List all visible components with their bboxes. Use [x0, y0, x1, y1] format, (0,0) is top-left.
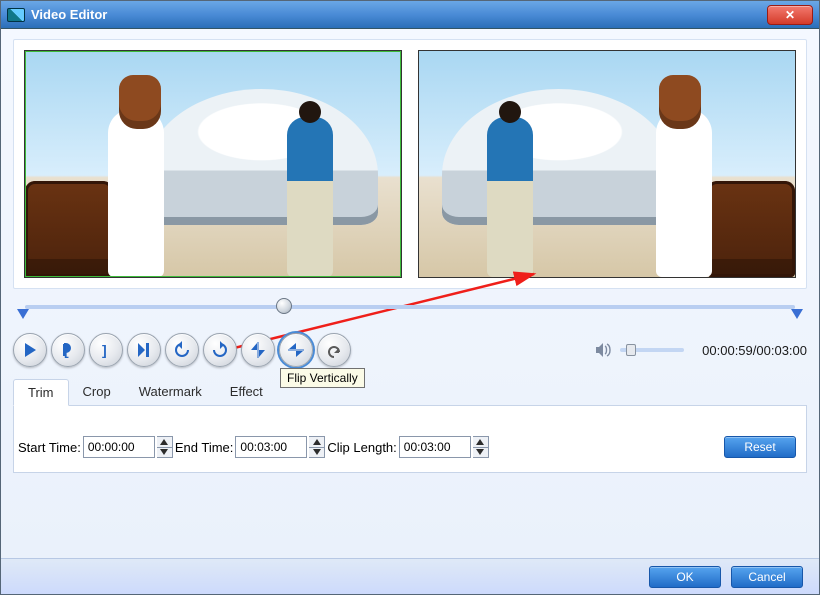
- rotate-ccw-icon: [173, 341, 191, 359]
- step-button[interactable]: [127, 333, 161, 367]
- chevron-down-icon[interactable]: [309, 447, 324, 458]
- flip-vertical-button[interactable]: Flip Vertically: [279, 333, 313, 367]
- ok-button[interactable]: OK: [649, 566, 721, 588]
- preview-original[interactable]: [24, 50, 402, 278]
- tab-label: Trim: [28, 385, 54, 400]
- footer: OK Cancel: [1, 558, 819, 594]
- tab-watermark[interactable]: Watermark: [125, 379, 216, 405]
- end-time-label: End Time:: [175, 440, 234, 455]
- volume-thumb[interactable]: [626, 344, 636, 356]
- step-icon: [135, 341, 153, 359]
- window-title: Video Editor: [31, 7, 107, 22]
- time-position: 00:00:59: [702, 343, 753, 358]
- tab-effect[interactable]: Effect: [216, 379, 277, 405]
- mark-out-handle[interactable]: [791, 309, 803, 319]
- mark-in-handle[interactable]: [17, 309, 29, 319]
- titlebar[interactable]: Video Editor ✕: [1, 1, 819, 29]
- button-label: OK: [676, 570, 693, 584]
- controls-row: [ ]: [13, 331, 807, 369]
- clip-length-label: Clip Length:: [327, 440, 396, 455]
- mark-in-button[interactable]: [: [51, 333, 85, 367]
- tab-crop[interactable]: Crop: [69, 379, 125, 405]
- button-label: Reset: [744, 440, 775, 454]
- mark-out-icon: ]: [97, 341, 115, 359]
- start-time-label: Start Time:: [18, 440, 81, 455]
- button-label: Cancel: [748, 570, 785, 584]
- chevron-down-icon[interactable]: [473, 447, 488, 458]
- close-icon: ✕: [785, 9, 795, 21]
- app-icon: [7, 8, 25, 22]
- clip-length-input[interactable]: [399, 436, 471, 458]
- mark-out-button[interactable]: ]: [89, 333, 123, 367]
- timeline[interactable]: [15, 295, 805, 319]
- rotate-cw-icon: [211, 341, 229, 359]
- end-time-stepper[interactable]: [309, 436, 325, 458]
- time-duration: 00:03:00: [756, 343, 807, 358]
- reset-button[interactable]: Reset: [724, 436, 796, 458]
- chevron-down-icon[interactable]: [157, 447, 172, 458]
- rotate-ccw-button[interactable]: [165, 333, 199, 367]
- rotate-cw-button[interactable]: [203, 333, 237, 367]
- flip-horizontal-icon: [249, 341, 267, 359]
- chevron-up-icon[interactable]: [473, 437, 488, 447]
- undo-button[interactable]: [317, 333, 351, 367]
- cancel-button[interactable]: Cancel: [731, 566, 803, 588]
- undo-icon: [325, 341, 343, 359]
- svg-text:[: [: [64, 342, 69, 358]
- chevron-up-icon[interactable]: [157, 437, 172, 447]
- speaker-icon[interactable]: [594, 341, 612, 359]
- svg-text:]: ]: [102, 342, 107, 358]
- tab-trim[interactable]: Trim: [13, 379, 69, 406]
- window-frame: Video Editor ✕: [0, 0, 820, 595]
- tab-label: Effect: [230, 384, 263, 399]
- tab-bar: Trim Crop Watermark Effect: [13, 379, 807, 406]
- play-button[interactable]: [13, 333, 47, 367]
- flip-vertical-icon: [287, 341, 305, 359]
- end-time-input[interactable]: [235, 436, 307, 458]
- tooltip-flip-vertical: Flip Vertically: [280, 368, 365, 388]
- tab-label: Crop: [83, 384, 111, 399]
- chevron-up-icon[interactable]: [309, 437, 324, 447]
- mark-in-icon: [: [59, 341, 77, 359]
- start-time-stepper[interactable]: [157, 436, 173, 458]
- flip-horizontal-button[interactable]: [241, 333, 275, 367]
- timeline-track[interactable]: [25, 305, 795, 309]
- volume-slider[interactable]: [620, 348, 684, 352]
- volume-control: [594, 341, 684, 359]
- clip-length-stepper[interactable]: [473, 436, 489, 458]
- playhead[interactable]: [276, 298, 292, 314]
- preview-result[interactable]: [418, 50, 796, 278]
- trim-panel: Start Time: End Time: Clip Length: Reset: [13, 406, 807, 473]
- tab-label: Watermark: [139, 384, 202, 399]
- timecode: 00:00:59/00:03:00: [702, 343, 807, 358]
- client-area: [ ]: [1, 29, 819, 558]
- close-button[interactable]: ✕: [767, 5, 813, 25]
- play-icon: [21, 341, 39, 359]
- preview-row: [13, 39, 807, 289]
- start-time-input[interactable]: [83, 436, 155, 458]
